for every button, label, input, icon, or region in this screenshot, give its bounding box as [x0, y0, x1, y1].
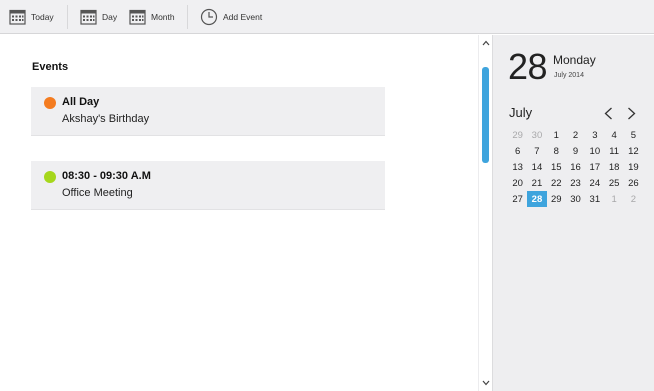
month-view-button[interactable]: Month — [129, 0, 175, 33]
add-event-button[interactable]: Add Event — [200, 0, 262, 33]
calendar-day[interactable]: 15 — [547, 159, 566, 175]
calendar-day[interactable]: 3 — [585, 127, 604, 143]
chevron-down-icon — [482, 380, 490, 386]
calendar-day[interactable]: 5 — [624, 127, 643, 143]
calendar-day[interactable]: 2 — [624, 191, 643, 207]
event-title: Akshay's Birthday — [62, 113, 150, 125]
calendar-day[interactable]: 12 — [624, 143, 643, 159]
calendar-day[interactable]: 4 — [604, 127, 623, 143]
chevron-right-icon — [627, 107, 635, 119]
calendar-day[interactable]: 1 — [547, 127, 566, 143]
calendar-day[interactable]: 17 — [585, 159, 604, 175]
day-view-button[interactable]: Day — [80, 0, 117, 33]
calendar-day[interactable]: 30 — [566, 191, 585, 207]
calendar-day[interactable]: 19 — [624, 159, 643, 175]
today-label: Today — [31, 11, 54, 22]
events-heading: Events — [32, 61, 69, 73]
scroll-down-arrow[interactable] — [479, 377, 493, 389]
calendar-day[interactable]: 14 — [527, 159, 546, 175]
calendar-day-selected[interactable]: 28 — [527, 191, 547, 207]
event-card[interactable]: 08:30 - 09:30 A.M Office Meeting — [31, 161, 385, 210]
calendar-day[interactable]: 6 — [508, 143, 527, 159]
calendar-day[interactable]: 31 — [585, 191, 604, 207]
calendar-icon — [80, 9, 97, 25]
toolbar: Today Day Month Add Event — [0, 0, 654, 34]
selected-month-year: July 2014 — [554, 72, 584, 79]
calendar-day[interactable]: 26 — [624, 175, 643, 191]
event-time: All Day — [62, 96, 100, 108]
calendar-day[interactable]: 23 — [566, 175, 585, 191]
calendar-day[interactable]: 18 — [604, 159, 623, 175]
calendar-day[interactable]: 7 — [527, 143, 546, 159]
events-pane: Events All Day Akshay's Birthday 08:30 -… — [0, 35, 478, 391]
chevron-left-icon — [604, 107, 612, 119]
calendar-day[interactable]: 13 — [508, 159, 527, 175]
calendar-day[interactable]: 9 — [566, 143, 585, 159]
calendar-day[interactable]: 8 — [547, 143, 566, 159]
toolbar-divider — [67, 5, 68, 29]
calendar-day[interactable]: 29 — [547, 191, 566, 207]
calendar-day[interactable]: 24 — [585, 175, 604, 191]
calendar-day[interactable]: 22 — [547, 175, 566, 191]
event-time: 08:30 - 09:30 A.M — [62, 170, 151, 182]
event-color-dot — [44, 171, 56, 183]
scrollbar-thumb[interactable] — [482, 67, 489, 163]
clock-icon — [200, 8, 218, 25]
today-button[interactable]: Today — [9, 0, 54, 33]
calendar-day[interactable]: 29 — [508, 127, 527, 143]
next-month-button[interactable] — [624, 105, 638, 121]
calendar-day[interactable]: 2 — [566, 127, 585, 143]
event-color-dot — [44, 97, 56, 109]
calendar-day[interactable]: 11 — [604, 143, 623, 159]
calendar-day[interactable]: 1 — [604, 191, 623, 207]
calendar-day[interactable]: 21 — [527, 175, 546, 191]
vertical-scrollbar[interactable] — [478, 35, 492, 391]
event-card[interactable]: All Day Akshay's Birthday — [31, 87, 385, 136]
calendar-month-name: July — [509, 105, 533, 120]
calendar-icon — [9, 9, 26, 25]
calendar-icon — [129, 9, 146, 25]
calendar-day[interactable]: 10 — [585, 143, 604, 159]
day-label: Day — [102, 11, 118, 22]
calendar-day[interactable]: 27 — [508, 191, 527, 207]
calendar-panel: 28 Monday July 2014 July 29 30 1 2 3 4 5 6 7 8 9 10… — [492, 35, 654, 391]
add-event-label: Add Event — [223, 11, 263, 22]
calendar-day[interactable]: 25 — [604, 175, 623, 191]
scroll-up-arrow[interactable] — [479, 37, 493, 49]
selected-day-number: 28 — [508, 46, 548, 87]
event-title: Office Meeting — [62, 187, 133, 199]
previous-month-button[interactable] — [601, 105, 615, 121]
toolbar-divider — [187, 5, 188, 29]
chevron-up-icon — [482, 40, 490, 46]
selected-weekday: Monday — [553, 53, 596, 67]
calendar-grid: 29 30 1 2 3 4 5 6 7 8 9 10 11 12 13 14 15 16 17 18 19 20 21 22 2… — [508, 127, 648, 207]
calendar-day[interactable]: 16 — [566, 159, 585, 175]
calendar-day[interactable]: 30 — [527, 127, 546, 143]
month-label: Month — [151, 11, 175, 22]
calendar-day[interactable]: 20 — [508, 175, 527, 191]
